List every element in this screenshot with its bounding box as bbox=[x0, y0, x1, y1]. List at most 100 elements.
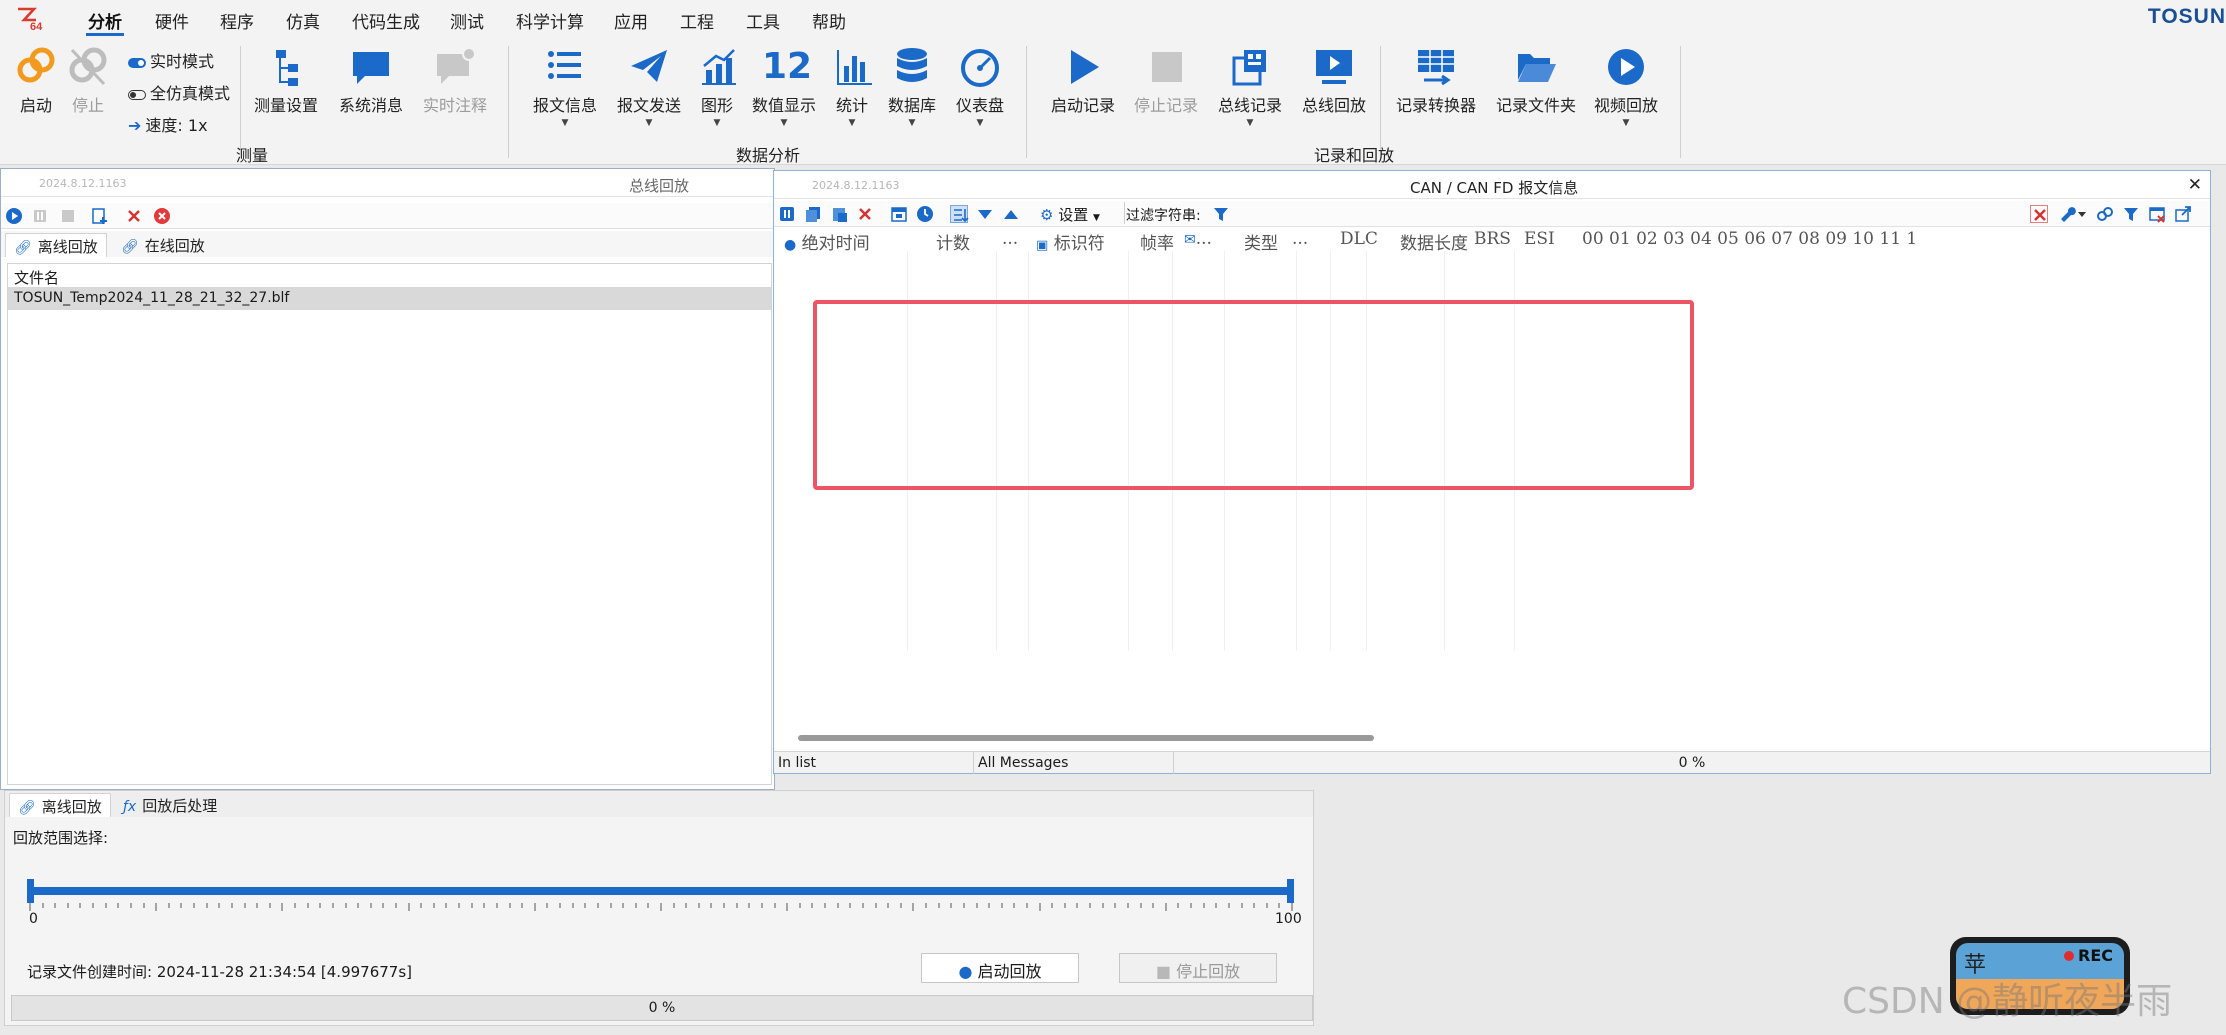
statistics-button[interactable]: 统计 ▼ bbox=[832, 46, 872, 128]
window-title-bar[interactable]: 2024.8.12.1163 总线回放 bbox=[1, 169, 774, 197]
filter-icon[interactable] bbox=[1212, 205, 1230, 223]
column-identifier[interactable]: ▣ 标识符 bbox=[1036, 229, 1105, 254]
table-row[interactable]: TOSUN_Temp2024_11_28_21_32_27.blf bbox=[8, 288, 771, 310]
tab-online-label: 在线回放 bbox=[144, 237, 205, 255]
msg-info-button[interactable]: 报文信息 ▼ bbox=[532, 46, 598, 128]
graph-button[interactable]: 图形 ▼ bbox=[696, 46, 738, 128]
remove-icon[interactable] bbox=[125, 207, 143, 225]
stop-replay-button[interactable]: ■ 停止回放 bbox=[1119, 953, 1277, 983]
realtime-notes-button[interactable]: 实时注释 bbox=[420, 46, 490, 116]
column-header-filename[interactable]: 文件名 bbox=[8, 264, 771, 288]
start-replay-button[interactable]: ● 启动回放 bbox=[921, 953, 1079, 983]
full-sim-mode-toggle[interactable]: 全仿真模式 bbox=[128, 80, 230, 104]
stop-record-button[interactable]: 停止记录 bbox=[1132, 46, 1200, 116]
column-count[interactable]: 计数 bbox=[936, 229, 970, 254]
paste-icon[interactable] bbox=[830, 205, 848, 223]
tab-post-processing[interactable]: ƒx 回放后处理 bbox=[115, 793, 225, 817]
horizontal-scrollbar[interactable] bbox=[798, 735, 1374, 741]
msg-send-button[interactable]: 报文发送 ▼ bbox=[614, 46, 684, 128]
wrench-icon[interactable] bbox=[2058, 205, 2088, 223]
gear-icon: ⚙ bbox=[1040, 206, 1054, 224]
video-replay-button[interactable]: 视频回放 ▼ bbox=[1592, 46, 1660, 128]
range-slider-max-handle[interactable] bbox=[1287, 879, 1294, 903]
record-folder-button[interactable]: 记录文件夹 bbox=[1494, 46, 1578, 116]
menu-application[interactable]: 应用 bbox=[614, 8, 648, 33]
close-icon[interactable]: ✕ bbox=[2188, 175, 2202, 195]
dashboard-button[interactable]: 仪表盘 ▼ bbox=[954, 46, 1006, 128]
menu-test[interactable]: 测试 bbox=[450, 8, 484, 33]
external-window-icon[interactable] bbox=[2174, 205, 2192, 223]
column-data-length[interactable]: 数据长度 bbox=[1400, 229, 1468, 254]
column-data-bytes[interactable]: 00 01 02 03 04 05 06 07 08 09 10 11 1 bbox=[1582, 229, 1917, 249]
numeric-display-button[interactable]: 12 数值显示 ▼ bbox=[750, 46, 818, 128]
triangle-up-icon[interactable] bbox=[1002, 205, 1020, 223]
filter-icon[interactable] bbox=[2122, 205, 2140, 223]
range-slider-track[interactable] bbox=[27, 887, 1293, 895]
pause-icon[interactable] bbox=[31, 207, 49, 225]
chat-bubble-icon bbox=[349, 46, 393, 88]
add-file-icon[interactable] bbox=[91, 207, 109, 225]
link-icon[interactable] bbox=[2096, 205, 2114, 223]
ribbon-separator bbox=[1680, 46, 1681, 158]
window-title: 总线回放 bbox=[629, 177, 690, 195]
window-remove-icon[interactable] bbox=[2148, 205, 2166, 223]
sort-icon[interactable] bbox=[950, 205, 969, 223]
speed-selector[interactable]: ➔ 速度: 1x bbox=[128, 112, 208, 136]
menu-program[interactable]: 程序 bbox=[220, 8, 254, 33]
menu-tools[interactable]: 工具 bbox=[746, 8, 780, 33]
stop-measure-button[interactable]: 停止 bbox=[66, 46, 110, 116]
window-title-bar[interactable]: 2024.8.12.1163 CAN / CAN FD 报文信息 ✕ bbox=[774, 171, 2210, 199]
dropdown-caret-icon: ▼ bbox=[713, 118, 721, 128]
menu-simulation[interactable]: 仿真 bbox=[286, 8, 320, 33]
column-absolute-time[interactable]: ● 绝对时间 bbox=[784, 229, 870, 254]
stop-icon[interactable] bbox=[59, 207, 77, 225]
bus-record-label: 总线记录 bbox=[1217, 96, 1282, 115]
filter-label: 过滤字符串: bbox=[1126, 208, 1201, 224]
tab-post-processing-label: 回放后处理 bbox=[142, 797, 218, 815]
menu-project[interactable]: 工程 bbox=[680, 8, 714, 33]
copy-icon[interactable] bbox=[804, 205, 822, 223]
menu-codegen[interactable]: 代码生成 bbox=[352, 8, 420, 33]
start-measure-button[interactable]: 启动 bbox=[14, 46, 58, 116]
measure-settings-button[interactable]: 测量设置 bbox=[250, 46, 322, 116]
tab-offline-replay[interactable]: 🔗︎ 离线回放 bbox=[9, 793, 111, 817]
column-frame-rate[interactable]: 帧率 bbox=[1140, 229, 1174, 254]
clear-icon[interactable] bbox=[856, 205, 874, 223]
system-messages-button[interactable]: 系统消息 bbox=[336, 46, 406, 116]
dropdown-caret-icon: ▼ bbox=[848, 118, 856, 128]
bus-record-button[interactable]: 总线记录 ▼ bbox=[1216, 46, 1284, 128]
ribbon: 启动 停止 实时模式 全仿真模式 ➔ 速度: 1x 测量设置 系统消息 实时注释… bbox=[0, 38, 2226, 165]
column-more-3[interactable]: ... bbox=[1292, 229, 1308, 249]
column-more-2[interactable]: ✉... bbox=[1184, 229, 1212, 249]
bar-stats-icon bbox=[832, 46, 876, 88]
id-icon: ▣ bbox=[1036, 238, 1049, 253]
menu-scientific[interactable]: 科学计算 bbox=[516, 8, 584, 33]
realtime-mode-toggle[interactable]: 实时模式 bbox=[128, 48, 214, 72]
column-dlc[interactable]: DLC bbox=[1340, 229, 1378, 249]
pause-icon[interactable] bbox=[778, 205, 796, 223]
column-more-1[interactable]: ... bbox=[1002, 229, 1018, 249]
menu-analysis[interactable]: 分析 bbox=[88, 8, 122, 33]
start-record-button[interactable]: 启动记录 bbox=[1050, 46, 1116, 116]
tab-online-replay[interactable]: 🔗︎ 在线回放 bbox=[113, 233, 213, 257]
app-logo-icon[interactable]: 64 bbox=[16, 6, 48, 33]
play-icon[interactable] bbox=[5, 207, 23, 225]
menu-hardware[interactable]: 硬件 bbox=[155, 8, 189, 33]
gauge-icon bbox=[958, 46, 1002, 88]
range-slider-min-handle[interactable] bbox=[27, 879, 34, 903]
triangle-down-icon[interactable] bbox=[976, 205, 994, 223]
column-esi[interactable]: ESI bbox=[1524, 229, 1555, 249]
column-type-label[interactable]: 类型 bbox=[1244, 229, 1278, 254]
clear-filter-icon[interactable] bbox=[2030, 205, 2048, 223]
record-converter-button[interactable]: 记录转换器 bbox=[1394, 46, 1478, 116]
database-button[interactable]: 数据库 ▼ bbox=[886, 46, 938, 128]
menu-help[interactable]: 帮助 bbox=[812, 8, 846, 33]
clock-icon[interactable] bbox=[916, 205, 934, 223]
tab-offline-replay[interactable]: 🔗︎ 离线回放 bbox=[5, 233, 107, 257]
highlight-annotation-box bbox=[813, 300, 1694, 490]
column-brs[interactable]: BRS bbox=[1474, 229, 1511, 249]
calendar-icon[interactable] bbox=[890, 205, 908, 223]
clear-all-icon[interactable] bbox=[153, 207, 171, 225]
bus-replay-button[interactable]: 总线回放 bbox=[1300, 46, 1368, 116]
settings-dropdown[interactable]: ⚙ 设置 ▼ bbox=[1040, 204, 1100, 225]
